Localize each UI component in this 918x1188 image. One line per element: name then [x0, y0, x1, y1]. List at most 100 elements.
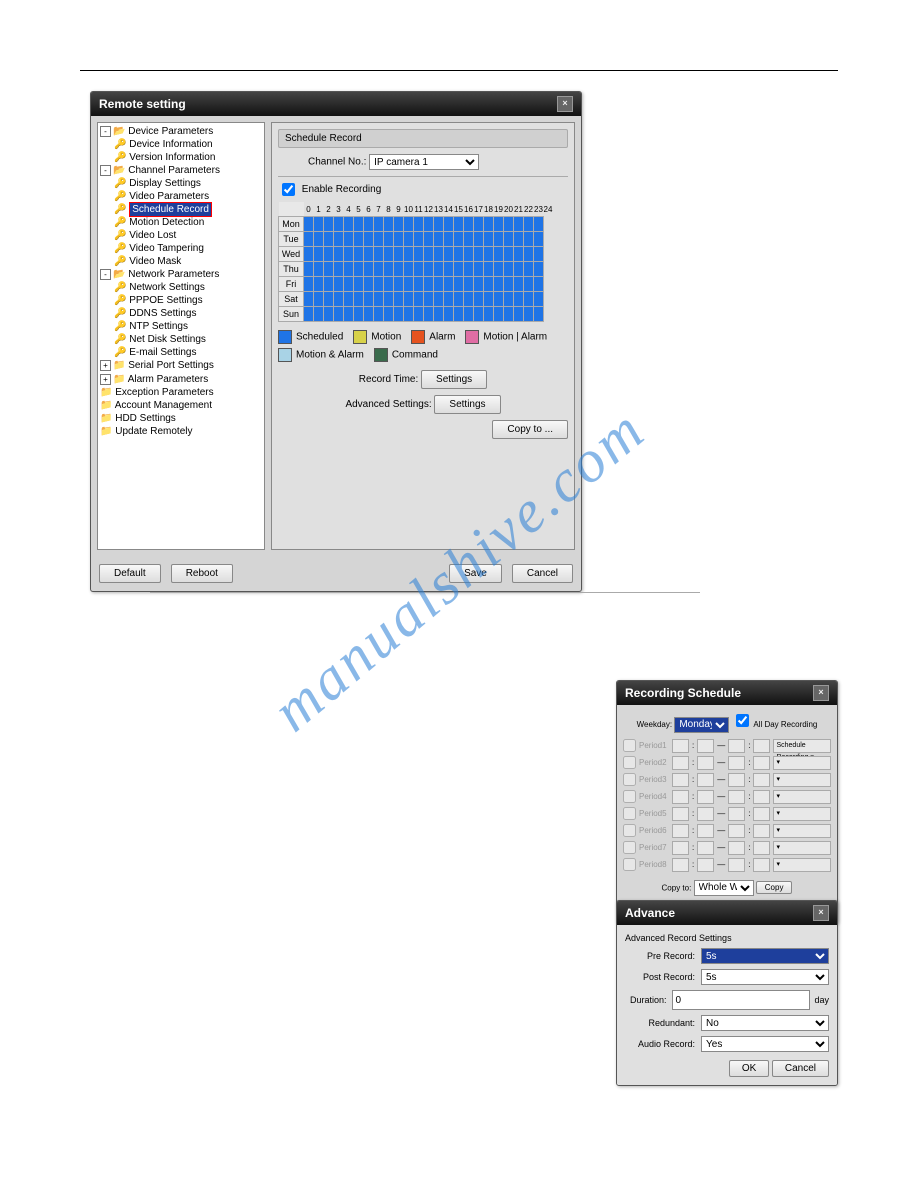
schedule-cell[interactable]	[414, 277, 424, 292]
tree-item[interactable]: Net Disk Settings	[129, 334, 206, 345]
schedule-cell[interactable]	[344, 307, 354, 322]
tree-item[interactable]: Network Settings	[129, 282, 205, 293]
schedule-cell[interactable]	[394, 292, 404, 307]
end-hour[interactable]	[728, 824, 745, 838]
schedule-cell[interactable]	[504, 232, 514, 247]
schedule-cell[interactable]	[524, 247, 534, 262]
schedule-cell[interactable]	[324, 307, 334, 322]
save-button[interactable]: Save	[449, 564, 502, 583]
titlebar[interactable]: Recording Schedule ×	[617, 681, 837, 705]
period-checkbox[interactable]	[623, 807, 636, 820]
schedule-cell[interactable]	[514, 277, 524, 292]
schedule-cell[interactable]	[384, 307, 394, 322]
end-min[interactable]	[753, 739, 770, 753]
schedule-cell[interactable]	[454, 292, 464, 307]
start-min[interactable]	[697, 824, 714, 838]
schedule-cell[interactable]	[314, 307, 324, 322]
schedule-cell[interactable]	[484, 232, 494, 247]
schedule-cell[interactable]	[404, 292, 414, 307]
schedule-cell[interactable]	[394, 277, 404, 292]
period-checkbox[interactable]	[623, 790, 636, 803]
schedule-cell[interactable]	[444, 262, 454, 277]
schedule-cell[interactable]	[344, 232, 354, 247]
end-hour[interactable]	[728, 858, 745, 872]
schedule-cell[interactable]	[474, 277, 484, 292]
schedule-cell[interactable]	[444, 292, 454, 307]
schedule-cell[interactable]	[384, 262, 394, 277]
tree-item[interactable]: Exception Parameters	[115, 387, 213, 398]
end-min[interactable]	[753, 773, 770, 787]
schedule-cell[interactable]	[344, 277, 354, 292]
schedule-cell[interactable]	[404, 307, 414, 322]
start-min[interactable]	[697, 841, 714, 855]
period-checkbox[interactable]	[623, 739, 636, 752]
schedule-cell[interactable]	[434, 217, 444, 232]
schedule-cell[interactable]	[354, 307, 364, 322]
start-min[interactable]	[697, 858, 714, 872]
schedule-cell[interactable]	[424, 232, 434, 247]
tree-item[interactable]: Version Information	[129, 152, 215, 163]
schedule-cell[interactable]	[414, 292, 424, 307]
schedule-cell[interactable]	[334, 262, 344, 277]
schedule-cell[interactable]	[464, 292, 474, 307]
schedule-cell[interactable]	[534, 217, 544, 232]
start-hour[interactable]	[672, 824, 689, 838]
end-min[interactable]	[753, 858, 770, 872]
tree-item[interactable]: Device Information	[129, 139, 212, 150]
schedule-cell[interactable]	[344, 292, 354, 307]
schedule-cell[interactable]	[304, 307, 314, 322]
schedule-cell[interactable]	[364, 217, 374, 232]
schedule-cell[interactable]	[324, 232, 334, 247]
schedule-cell[interactable]	[334, 217, 344, 232]
titlebar[interactable]: Advance ×	[617, 901, 837, 925]
close-icon[interactable]: ×	[557, 96, 573, 112]
schedule-cell[interactable]	[314, 292, 324, 307]
reboot-button[interactable]: Reboot	[171, 564, 233, 583]
schedule-cell[interactable]	[374, 247, 384, 262]
schedule-cell[interactable]	[454, 262, 464, 277]
collapse-icon[interactable]: -	[100, 269, 111, 280]
default-button[interactable]: Default	[99, 564, 161, 583]
ok-button[interactable]: OK	[729, 1060, 769, 1077]
schedule-cell[interactable]	[324, 217, 334, 232]
tree-item[interactable]: Video Lost	[129, 230, 176, 241]
schedule-cell[interactable]	[454, 217, 464, 232]
schedule-cell[interactable]	[424, 292, 434, 307]
schedule-cell[interactable]	[504, 292, 514, 307]
period-checkbox[interactable]	[623, 773, 636, 786]
schedule-cell[interactable]	[524, 292, 534, 307]
schedule-cell[interactable]	[444, 307, 454, 322]
schedule-cell[interactable]	[514, 217, 524, 232]
copy-button[interactable]: Copy	[756, 881, 793, 894]
schedule-cell[interactable]	[524, 217, 534, 232]
schedule-cell[interactable]	[364, 292, 374, 307]
end-hour[interactable]	[728, 739, 745, 753]
schedule-cell[interactable]	[514, 232, 524, 247]
period-checkbox[interactable]	[623, 841, 636, 854]
schedule-cell[interactable]	[374, 217, 384, 232]
schedule-cell[interactable]	[334, 307, 344, 322]
schedule-cell[interactable]	[434, 232, 444, 247]
start-min[interactable]	[697, 790, 714, 804]
settings-tree[interactable]: -📂 Device Parameters 🔑 Device Informatio…	[97, 122, 265, 550]
schedule-cell[interactable]	[394, 232, 404, 247]
schedule-cell[interactable]	[304, 262, 314, 277]
schedule-cell[interactable]	[444, 217, 454, 232]
schedule-cell[interactable]	[384, 292, 394, 307]
schedule-cell[interactable]	[414, 247, 424, 262]
tree-item[interactable]: Channel Parameters	[128, 165, 220, 176]
pre-record-select[interactable]: 5s	[701, 948, 829, 964]
schedule-cell[interactable]	[444, 232, 454, 247]
start-hour[interactable]	[672, 807, 689, 821]
schedule-cell[interactable]	[494, 217, 504, 232]
tree-item[interactable]: Video Tampering	[129, 243, 204, 254]
schedule-cell[interactable]	[424, 277, 434, 292]
schedule-cell[interactable]	[334, 232, 344, 247]
schedule-cell[interactable]	[474, 217, 484, 232]
schedule-cell[interactable]	[424, 262, 434, 277]
schedule-cell[interactable]	[314, 277, 324, 292]
schedule-cell[interactable]	[464, 232, 474, 247]
tree-item[interactable]: Account Management	[115, 400, 212, 411]
record-type-select[interactable]: ▾	[773, 824, 831, 838]
schedule-cell[interactable]	[514, 247, 524, 262]
